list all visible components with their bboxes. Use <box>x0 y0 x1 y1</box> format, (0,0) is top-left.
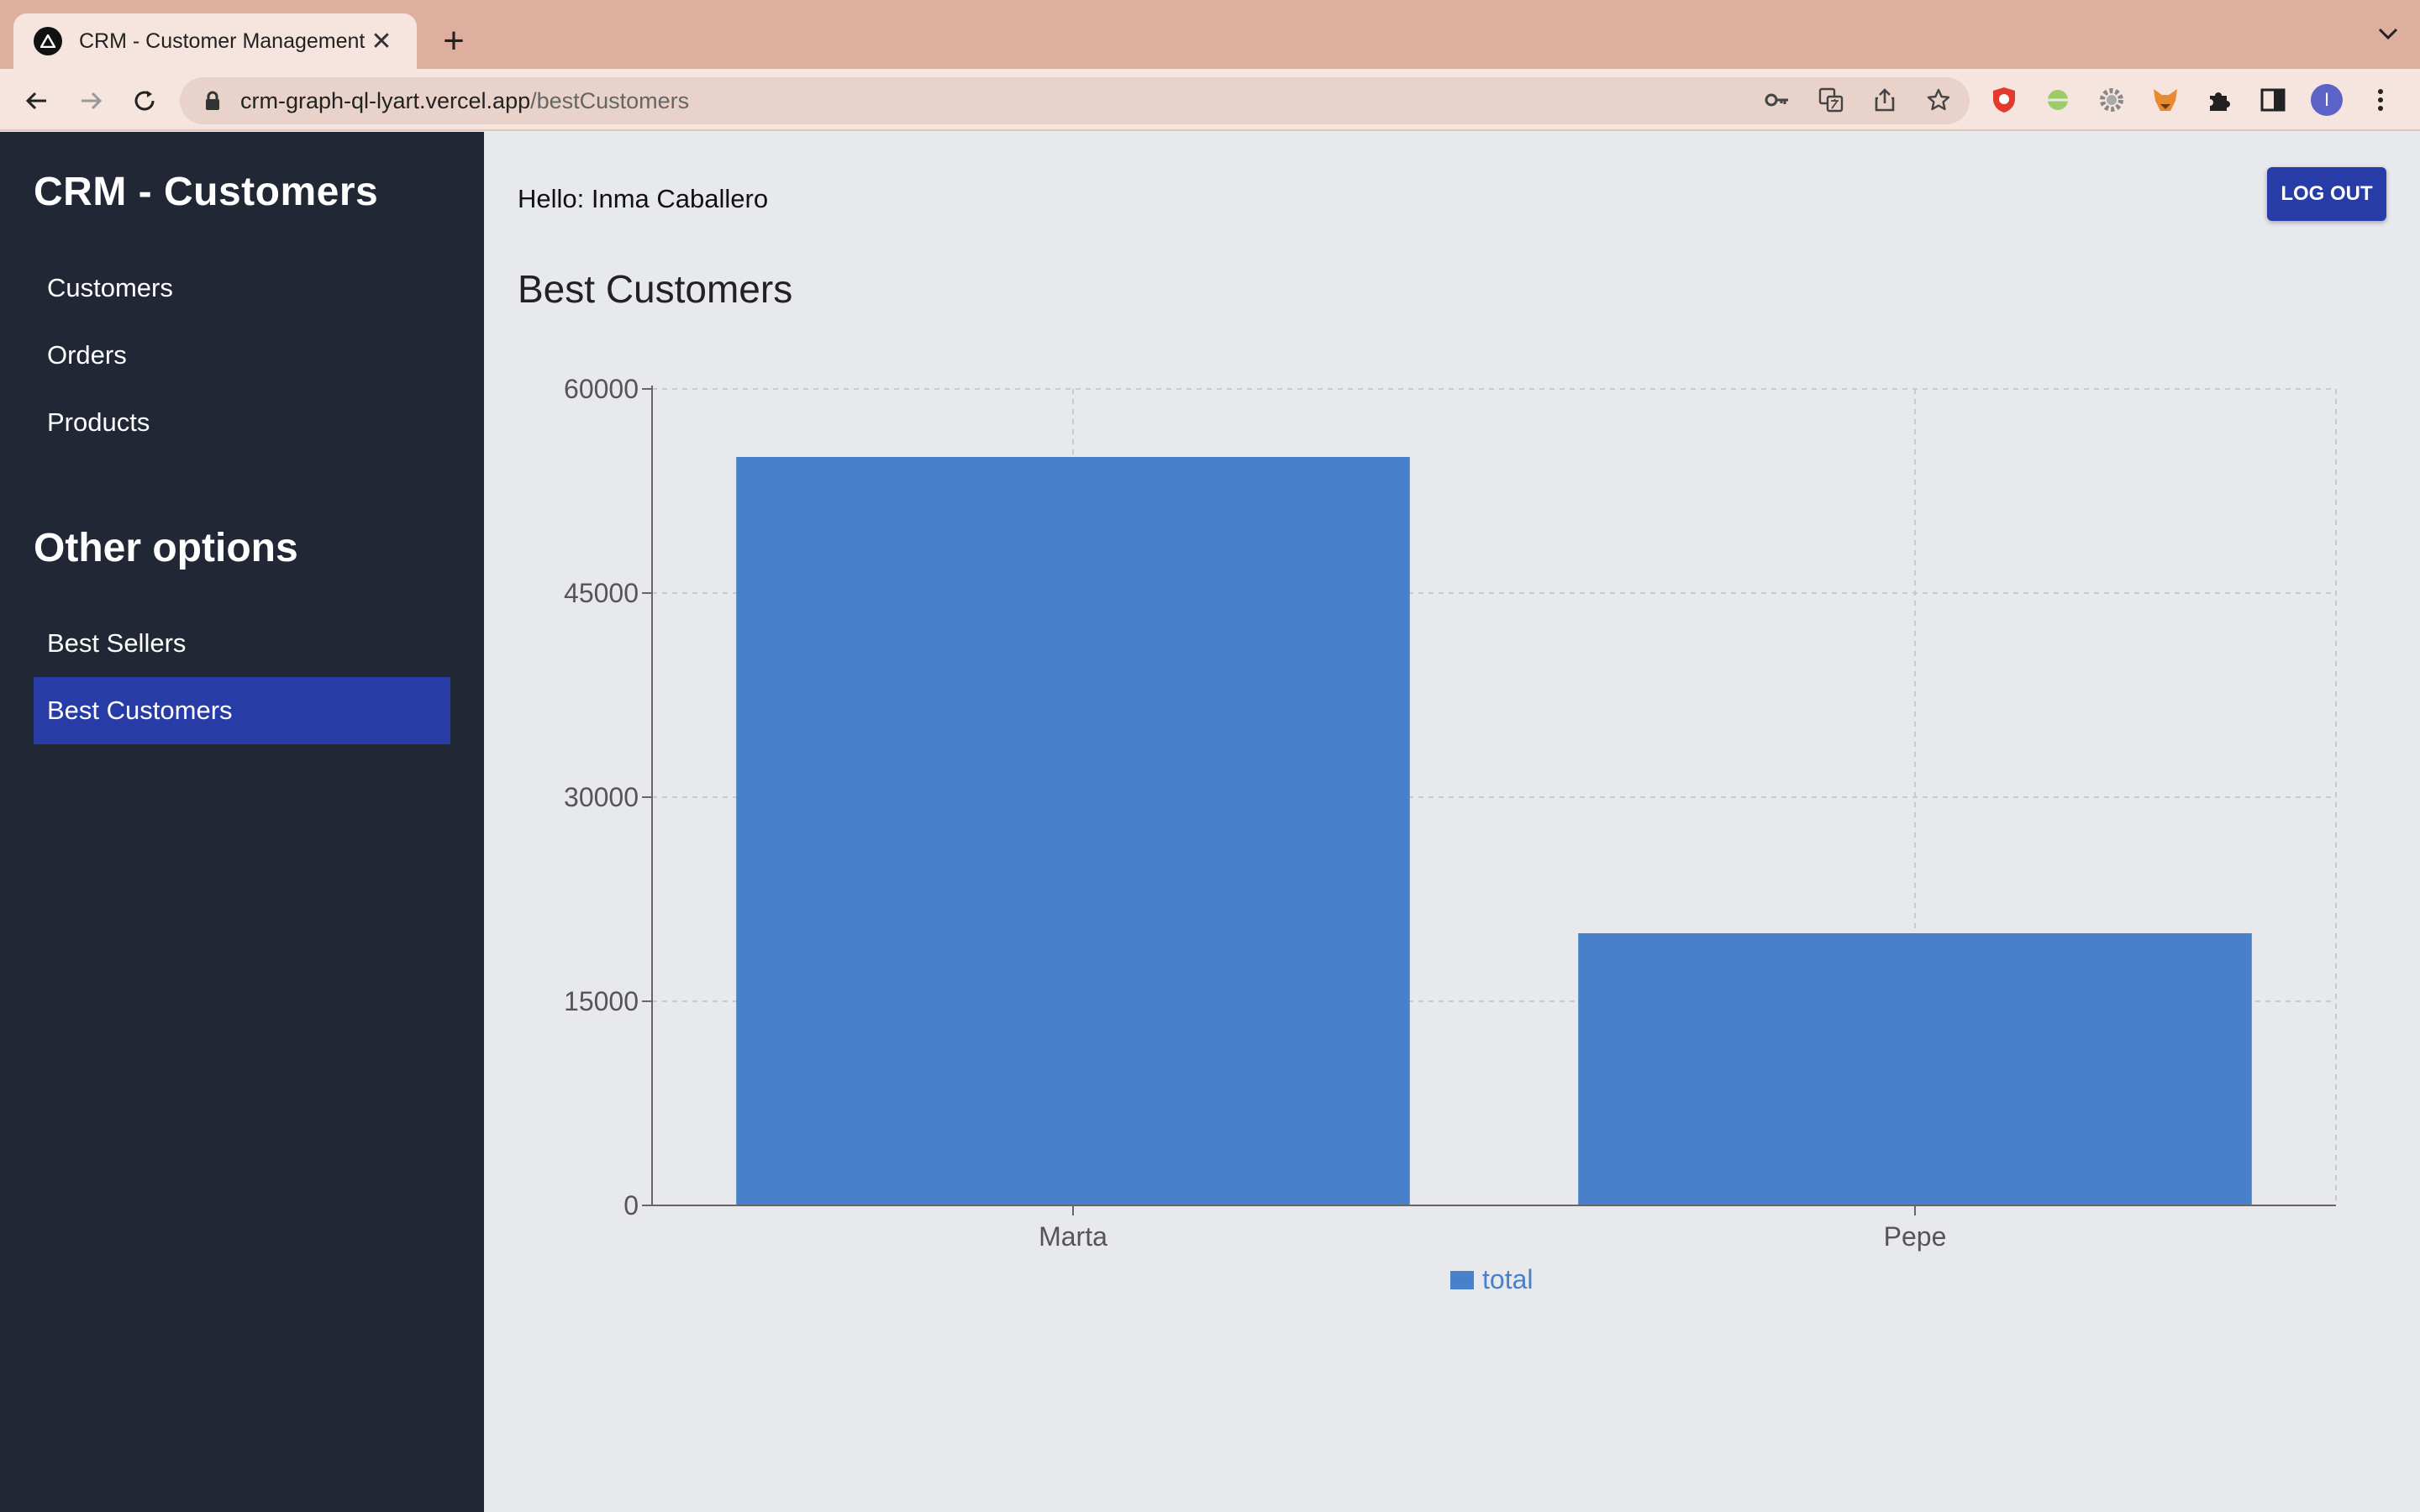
share-icon[interactable] <box>1869 84 1901 116</box>
main-content: Hello: Inma Caballero LOG OUT Best Custo… <box>484 132 2420 1512</box>
x-tick-label: Pepe <box>1884 1221 1947 1252</box>
best-customers-bar-chart: 0 15000 30000 45000 60000 Marta Pepe total <box>564 374 2337 1294</box>
forward-arrow-icon[interactable] <box>74 84 108 118</box>
close-icon[interactable]: ✕ <box>366 27 397 56</box>
x-tick-label: Marta <box>1039 1221 1107 1252</box>
sidebar-item-products[interactable]: Products <box>34 389 450 456</box>
sidebar-item-customers[interactable]: Customers <box>34 255 450 322</box>
back-arrow-icon[interactable] <box>20 84 54 118</box>
browser-toolbar: crm-graph-ql-lyart.vercel.app/bestCustom… <box>0 69 2420 131</box>
bar-marta[interactable] <box>736 457 1410 1205</box>
sidebar: CRM - Customers Customers Orders Product… <box>0 132 484 1512</box>
browser-tab[interactable]: CRM - Customer Management ✕ <box>13 13 417 69</box>
bar-pepe[interactable] <box>1578 933 2252 1205</box>
side-panel-icon[interactable] <box>2257 84 2289 116</box>
more-vertical-icon[interactable] <box>2365 84 2396 116</box>
legend-label[interactable]: total <box>1482 1264 1533 1294</box>
brand-title: CRM - Customers <box>34 170 379 214</box>
y-tick-label: 15000 <box>564 986 639 1016</box>
reload-icon[interactable] <box>128 84 161 118</box>
shield-extension-icon[interactable] <box>1988 84 2020 116</box>
other-nav: Best Sellers Best Customers <box>34 610 450 744</box>
fox-extension-icon[interactable] <box>2149 84 2181 116</box>
sidebar-item-best-customers[interactable]: Best Customers <box>34 677 450 744</box>
profile-avatar[interactable]: I <box>2311 84 2343 116</box>
js-extension-icon[interactable] <box>2042 84 2074 116</box>
y-tick-label: 0 <box>623 1190 639 1221</box>
browser-tab-strip: CRM - Customer Management ✕ + <box>0 0 2420 69</box>
y-tick-label: 30000 <box>564 782 639 812</box>
sidebar-item-best-sellers[interactable]: Best Sellers <box>34 610 450 677</box>
main-nav: Customers Orders Products <box>34 255 450 456</box>
key-icon[interactable] <box>1761 84 1793 116</box>
star-icon[interactable] <box>1923 84 1954 116</box>
gear-extension-icon[interactable] <box>2096 84 2128 116</box>
translate-icon[interactable] <box>1815 84 1847 116</box>
url-host: crm-graph-ql-lyart.vercel.app <box>240 87 531 113</box>
y-tick-label: 45000 <box>564 578 639 608</box>
y-tick-label: 60000 <box>564 374 639 404</box>
sidebar-item-orders[interactable]: Orders <box>34 322 450 389</box>
puzzle-extensions-icon[interactable] <box>2203 84 2235 116</box>
address-bar[interactable]: crm-graph-ql-lyart.vercel.app/bestCustom… <box>180 77 1970 124</box>
triangle-logo-icon <box>34 27 62 55</box>
url-path: /bestCustomers <box>530 87 690 113</box>
other-options-title: Other options <box>34 526 298 570</box>
new-tab-button[interactable]: + <box>437 20 471 62</box>
lock-icon[interactable] <box>205 91 220 111</box>
legend-swatch <box>1450 1271 1474 1289</box>
tab-title: CRM - Customer Management <box>79 29 366 53</box>
chevron-down-icon[interactable] <box>2376 25 2400 46</box>
